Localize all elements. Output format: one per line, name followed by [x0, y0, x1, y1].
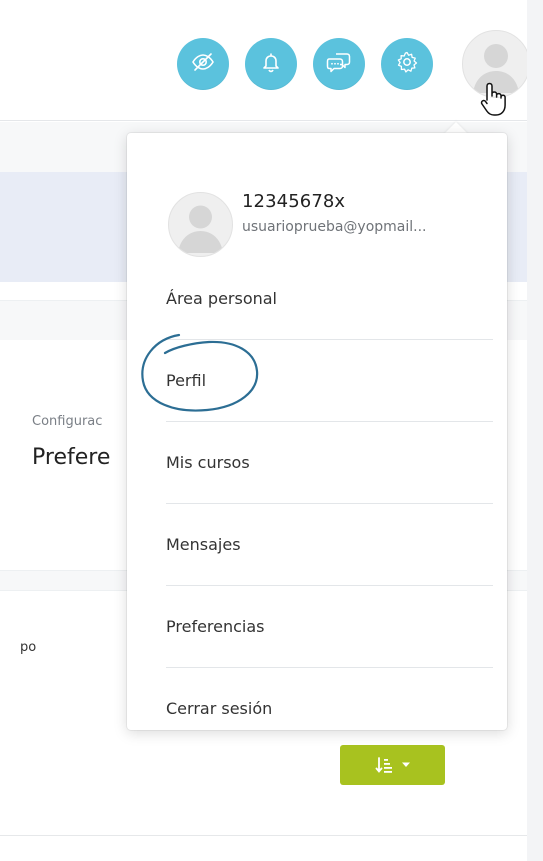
chat-icon	[326, 50, 352, 78]
user-email: usuarioprueba@yopmail...	[242, 219, 427, 235]
breadcrumb-config: Configurac	[32, 414, 103, 429]
user-menu-list: Área personal Perfil Mis cursos Mensajes…	[127, 258, 507, 749]
header-actions	[177, 38, 433, 90]
page-viewport: Configurac Prefere po 12345678x usuariop…	[0, 0, 527, 861]
notifications-button[interactable]	[245, 38, 297, 90]
hand-cursor-icon	[480, 82, 506, 116]
hide-button[interactable]	[177, 38, 229, 90]
menu-item-area-personal[interactable]: Área personal	[166, 258, 493, 340]
user-avatar	[168, 192, 233, 257]
menu-item-perfil[interactable]: Perfil	[166, 340, 493, 422]
row-label: po	[20, 640, 37, 655]
sort-icon	[375, 756, 393, 774]
user-menu-dropdown: 12345678x usuarioprueba@yopmail... Área …	[127, 133, 507, 730]
eye-slash-icon	[191, 50, 215, 78]
menu-item-preferencias[interactable]: Preferencias	[166, 586, 493, 668]
menu-item-mis-cursos[interactable]: Mis cursos	[166, 422, 493, 504]
user-placeholder-icon	[178, 205, 223, 253]
user-summary: 12345678x usuarioprueba@yopmail...	[168, 190, 498, 260]
divider	[0, 835, 527, 836]
username: 12345678x	[242, 191, 346, 212]
sort-dropdown-button[interactable]	[340, 745, 445, 785]
gear-icon	[395, 50, 419, 78]
menu-item-mensajes[interactable]: Mensajes	[166, 504, 493, 586]
caret-down-icon	[401, 762, 411, 768]
settings-button[interactable]	[381, 38, 433, 90]
scrollbar-gutter	[527, 0, 543, 861]
page-title: Prefere	[32, 445, 111, 470]
menu-item-cerrar-sesion[interactable]: Cerrar sesión	[166, 668, 493, 749]
messages-button[interactable]	[313, 38, 365, 90]
bell-icon	[259, 50, 283, 78]
